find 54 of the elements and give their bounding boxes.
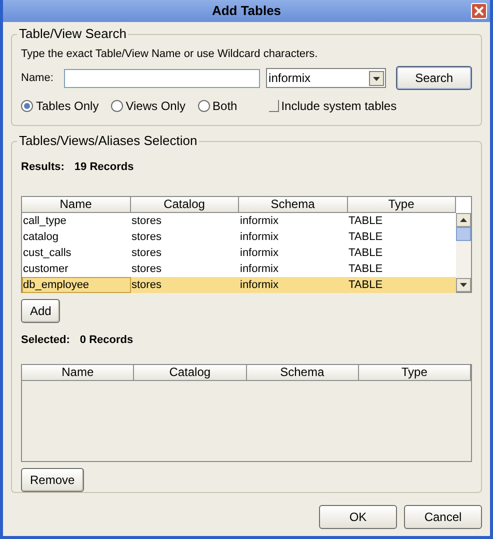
table-cell-text: TABLE (348, 230, 384, 244)
search-button[interactable]: Search (396, 66, 472, 90)
table-row[interactable]: db_employee stores informix TABLE (22, 276, 456, 292)
column-header[interactable]: Schema (239, 196, 348, 212)
results-label: Results: (21, 160, 64, 175)
dialog-button[interactable]: Cancel (404, 505, 482, 529)
table-cell-text: TABLE (348, 262, 384, 276)
scroll-thumb[interactable] (456, 226, 471, 240)
table-cell-text: informix (239, 214, 280, 228)
system-tables-checkbox[interactable]: Include system tables (269, 97, 397, 115)
table-cell-text: informix (239, 230, 280, 244)
table-cell-text: customer (22, 262, 70, 276)
column-header[interactable]: Name (22, 196, 130, 212)
radio-option[interactable]: Tables Only (21, 97, 99, 115)
window-title: Add Tables (212, 2, 282, 20)
column-header[interactable]: Type (348, 196, 456, 212)
close-icon (474, 6, 484, 16)
table-cell-text: stores (130, 246, 162, 260)
table-cell-text: call_type (22, 214, 68, 228)
column-header[interactable]: Catalog (130, 196, 239, 212)
column-header[interactable]: Schema (246, 365, 359, 381)
table-cell: db_employee (22, 276, 130, 292)
selected-count: 0 Records (80, 332, 134, 348)
table-cell-text: stores (130, 214, 162, 228)
column-header[interactable]: Type (358, 365, 471, 381)
schema-dropdown[interactable]: informix (266, 68, 386, 88)
scroll-up-icon (456, 212, 471, 226)
dialog-button[interactable]: OK (319, 505, 397, 529)
table-cell-text: informix (239, 246, 280, 260)
table-cell-text: informix (239, 278, 280, 292)
table-cell-text: informix (239, 262, 280, 276)
table-cell-text: cust_calls (22, 246, 72, 260)
name-label: Name: (21, 70, 54, 86)
add-button[interactable]: Add (21, 298, 60, 322)
radio-option[interactable]: Views Only (110, 97, 186, 115)
column-header[interactable]: Name (22, 365, 134, 381)
table-cell-text: stores (130, 230, 162, 244)
remove-button[interactable]: Remove (21, 468, 84, 492)
table-cell-text: stores (130, 262, 162, 276)
selected-label: Selected: (21, 332, 70, 348)
scroll-down-icon (456, 278, 471, 292)
table-row[interactable]: call_type stores informix TABLE (22, 212, 456, 228)
table-cell-text: TABLE (348, 214, 384, 228)
instruction-text: Type the exact Table/View Name or use Wildcard characters. (21, 47, 319, 61)
column-header[interactable]: Catalog (134, 365, 246, 381)
close-button[interactable] (471, 3, 487, 19)
table-cell-text: catalog (22, 230, 60, 244)
radio-option[interactable]: Both (198, 97, 238, 115)
table-cell-text: TABLE (348, 278, 384, 292)
name-field[interactable] (64, 68, 260, 88)
table-cell-text: TABLE (348, 246, 384, 260)
results-count: 19 Records (74, 160, 134, 175)
table-cell-text: stores (130, 278, 162, 292)
scrollbar[interactable] (456, 212, 471, 292)
